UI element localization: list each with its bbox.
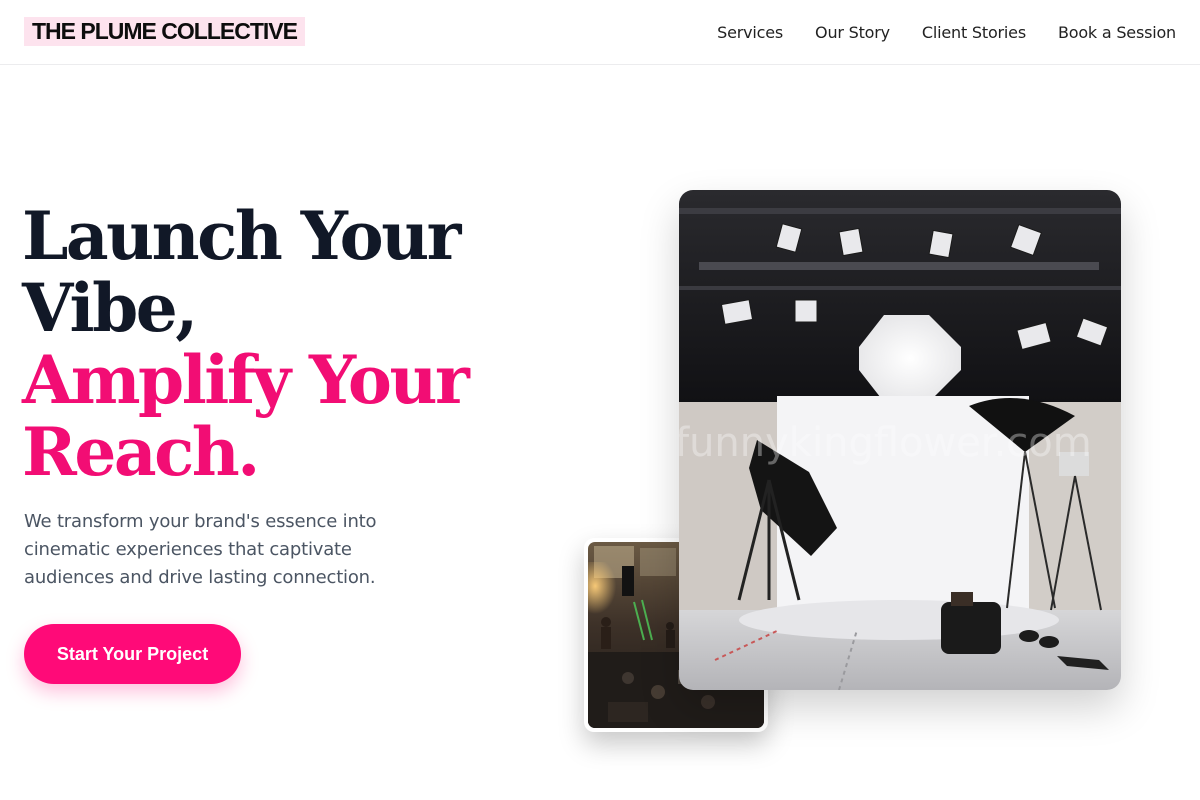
brand-logo[interactable]: THE PLUME COLLECTIVE xyxy=(24,17,305,46)
main-nav: Services Our Story Client Stories Book a… xyxy=(717,20,1176,44)
headline-line-4: Reach. xyxy=(22,413,260,491)
hero-headline: Launch Your Vibe, Amplify Your Reach. xyxy=(22,200,582,488)
nav-link-client-stories[interactable]: Client Stories xyxy=(922,23,1026,42)
headline-line-1: Launch Your xyxy=(22,197,461,275)
studio-photo: funnykingflower.com xyxy=(679,190,1121,690)
site-header: THE PLUME COLLECTIVE Services Our Story … xyxy=(0,0,1200,65)
watermark-text: funnykingflower.com xyxy=(679,420,1092,466)
start-project-button[interactable]: Start Your Project xyxy=(24,624,241,684)
headline-line-3: Amplify Your xyxy=(22,341,470,419)
nav-link-services[interactable]: Services xyxy=(717,23,783,42)
hero-subtext: We transform your brand's essence into c… xyxy=(24,511,377,588)
nav-link-our-story[interactable]: Our Story xyxy=(815,23,890,42)
nav-link-book-a-session[interactable]: Book a Session xyxy=(1058,23,1176,42)
studio-image: funnykingflower.com xyxy=(679,190,1121,690)
headline-line-2: Vibe, xyxy=(22,269,198,347)
